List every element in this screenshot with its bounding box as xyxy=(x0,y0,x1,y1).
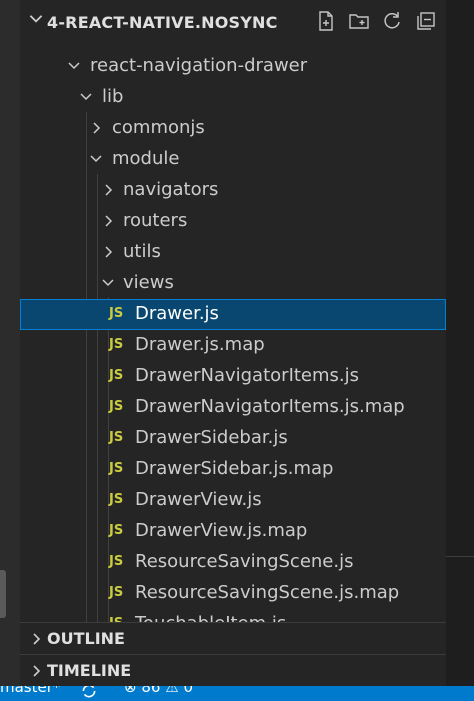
tree-item-label: Drawer.js xyxy=(135,303,219,324)
outline-label: OUTLINE xyxy=(47,629,125,648)
tree-file-drawer-js[interactable]: JS Drawer.js xyxy=(20,299,446,330)
javascript-file-icon: JS xyxy=(109,368,124,383)
activity-bar-indicator xyxy=(0,570,6,618)
activity-bar xyxy=(0,0,20,701)
tree-item-label: DrawerView.js xyxy=(135,489,262,510)
tree-item-label: navigators xyxy=(123,179,219,200)
tree-folder-react-navigation-drawer[interactable]: react-navigation-drawer xyxy=(20,51,446,82)
tree-item-label: commonjs xyxy=(112,117,205,138)
error-count: 86 xyxy=(141,686,161,696)
tree-folder-views[interactable]: views xyxy=(20,268,446,299)
new-folder-icon[interactable] xyxy=(347,9,371,33)
chevron-right-icon xyxy=(105,215,113,227)
status-bar: master* ⊗ 86 ⚠ 0 xyxy=(0,686,474,701)
warning-icon: ⚠ xyxy=(165,686,179,696)
error-icon: ⊗ xyxy=(124,686,137,696)
tree-folder-navigators[interactable]: navigators xyxy=(20,175,446,206)
chevron-right-icon xyxy=(105,246,113,258)
javascript-file-icon: JS xyxy=(109,523,124,538)
sync-icon[interactable] xyxy=(80,686,98,700)
tree-item-label: DrawerNavigatorItems.js.map xyxy=(135,396,405,417)
chevron-right-icon xyxy=(105,184,113,196)
tree-item-label: Drawer.js.map xyxy=(135,334,265,355)
editor-edge xyxy=(446,0,474,701)
tree-item-label: react-navigation-drawer xyxy=(90,55,308,76)
tree-file-drawer-js-map[interactable]: JS Drawer.js.map xyxy=(20,330,446,361)
refresh-icon[interactable] xyxy=(380,9,404,33)
chevron-down-icon xyxy=(102,279,114,287)
tree-file-drawersidebar-js[interactable]: JS DrawerSidebar.js xyxy=(20,423,446,454)
tree-item-label: DrawerNavigatorItems.js xyxy=(135,365,360,386)
tree-folder-commonjs[interactable]: commonjs xyxy=(20,113,446,144)
javascript-file-icon: JS xyxy=(109,585,124,600)
new-file-icon[interactable] xyxy=(314,9,338,33)
tree-item-label: views xyxy=(123,272,174,293)
javascript-file-icon: JS xyxy=(109,430,124,445)
tree-file-drawersidebar-js-map[interactable]: JS DrawerSidebar.js.map xyxy=(20,454,446,485)
chevron-down-icon xyxy=(80,93,92,101)
javascript-file-icon: JS xyxy=(109,554,124,569)
tree-item-label: routers xyxy=(123,210,188,231)
tree-folder-lib[interactable]: lib xyxy=(20,82,446,113)
tree-file-drawernavigatoritems-js-map[interactable]: JS DrawerNavigatorItems.js.map xyxy=(20,392,446,423)
tree-item-label: ResourceSavingScene.js xyxy=(135,551,354,572)
tree-file-resourcesavingscene-js-map[interactable]: JS ResourceSavingScene.js.map xyxy=(20,578,446,609)
tree-file-touchableitem-js[interactable]: JS TouchableItem.js xyxy=(20,609,446,622)
timeline-panel-header[interactable]: TIMELINE xyxy=(20,654,446,686)
tree-item-label: DrawerView.js.map xyxy=(135,520,308,541)
workspace-title: 4-REACT-NATIVE.NOSYNC xyxy=(47,13,278,32)
warning-count: 0 xyxy=(183,686,194,696)
chevron-down-icon[interactable] xyxy=(27,9,45,27)
collapse-all-icon[interactable] xyxy=(414,9,438,33)
tree-item-label: DrawerSidebar.js xyxy=(135,427,288,448)
javascript-file-icon: JS xyxy=(109,337,124,352)
tree-folder-utils[interactable]: utils xyxy=(20,237,446,268)
chevron-right-icon xyxy=(33,665,41,677)
chevron-right-icon xyxy=(93,122,101,134)
tree-file-drawernavigatoritems-js[interactable]: JS DrawerNavigatorItems.js xyxy=(20,361,446,392)
editor-divider xyxy=(446,556,474,557)
tree-file-drawerview-js-map[interactable]: JS DrawerView.js.map xyxy=(20,516,446,547)
tree-item-label: DrawerSidebar.js.map xyxy=(135,458,334,479)
tree-item-label: TouchableItem.js xyxy=(135,613,286,622)
tree-file-drawerview-js[interactable]: JS DrawerView.js xyxy=(20,485,446,516)
outline-panel-header[interactable]: OUTLINE xyxy=(20,622,446,655)
explorer-section-header[interactable]: 4-REACT-NATIVE.NOSYNC xyxy=(20,0,446,44)
tree-file-resourcesavingscene-js[interactable]: JS ResourceSavingScene.js xyxy=(20,547,446,578)
javascript-file-icon: JS xyxy=(109,492,124,507)
tree-item-label: utils xyxy=(123,241,161,262)
javascript-file-icon: JS xyxy=(109,399,124,414)
tree-folder-module[interactable]: module xyxy=(20,144,446,175)
javascript-file-icon: JS xyxy=(109,461,124,476)
javascript-file-icon: JS xyxy=(109,306,124,321)
timeline-label: TIMELINE xyxy=(47,661,132,680)
tree-folder-routers[interactable]: routers xyxy=(20,206,446,237)
chevron-down-icon xyxy=(68,62,80,70)
tree-item-label: ResourceSavingScene.js.map xyxy=(135,582,400,603)
explorer-sidebar: 4-REACT-NATIVE.NOSYNC react-navigation r… xyxy=(20,0,446,686)
problems-status[interactable]: ⊗ 86 ⚠ 0 xyxy=(124,686,193,696)
chevron-down-icon xyxy=(90,155,102,163)
tree-item-label: module xyxy=(112,148,180,169)
git-branch-status[interactable]: master* xyxy=(0,686,60,696)
chevron-right-icon xyxy=(33,633,41,645)
file-tree: react-navigation react-navigation-drawer… xyxy=(20,22,446,622)
tree-item-label: lib xyxy=(102,86,124,107)
